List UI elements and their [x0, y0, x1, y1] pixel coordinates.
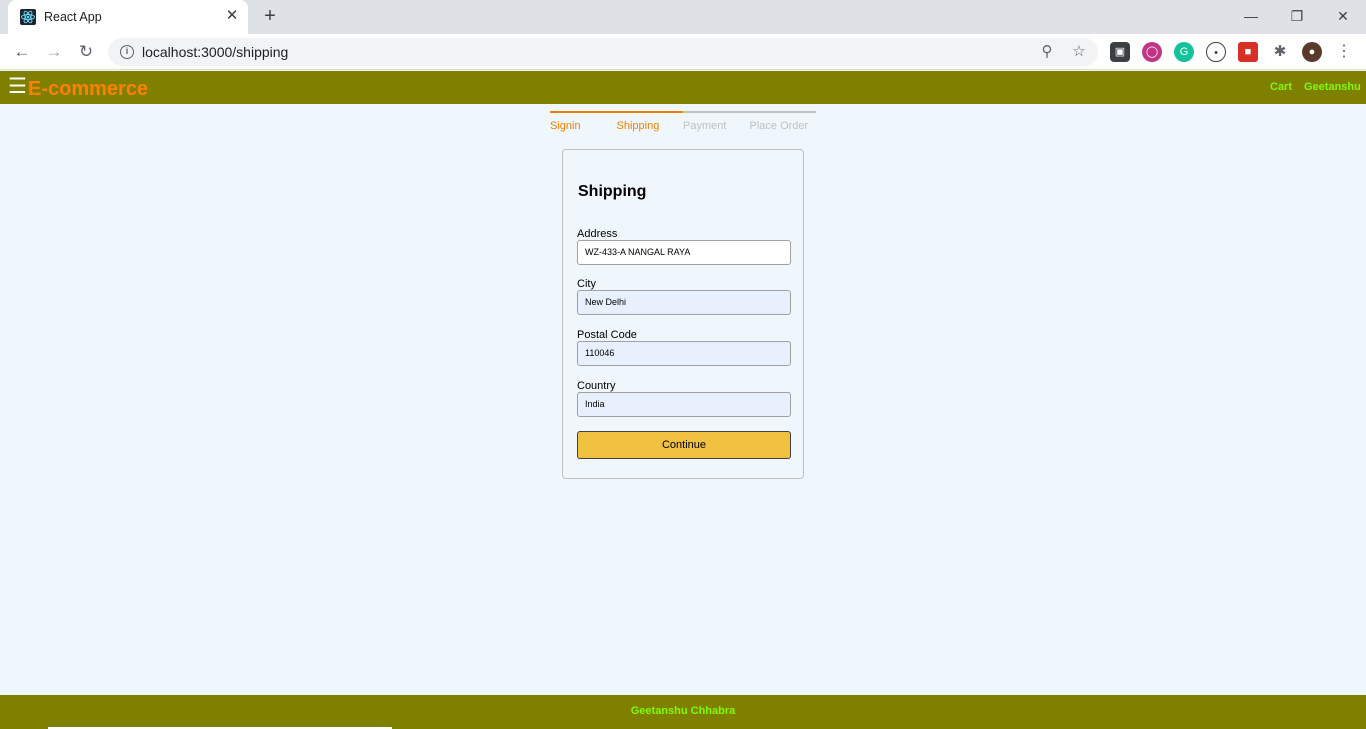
country-field[interactable]: India — [577, 392, 791, 417]
step-label: Place Order — [749, 120, 809, 132]
postal-code-field[interactable]: 110046 — [577, 341, 791, 366]
continue-button[interactable]: Continue — [577, 431, 791, 459]
tab-title: React App — [44, 10, 102, 24]
step-label: Shipping — [616, 120, 660, 132]
browser-tab-bar: React App ✕ + — ❐ ✕ — [0, 0, 1366, 34]
browser-menu-icon[interactable]: ⋮ — [1334, 42, 1354, 62]
url-text[interactable]: localhost:3000/shipping — [142, 44, 288, 60]
city-label: City — [577, 278, 596, 290]
country-label: Country — [577, 380, 616, 392]
app-footer: Geetanshu Chhabra — [0, 695, 1366, 729]
address-bar[interactable]: i localhost:3000/shipping ⚲ ☆ — [108, 38, 1098, 66]
site-info-icon[interactable]: i — [120, 45, 134, 59]
user-menu-link[interactable]: Geetanshu — [1304, 81, 1361, 93]
footer-text: Geetanshu Chhabra — [630, 705, 736, 717]
tab-close-icon[interactable]: ✕ — [224, 8, 240, 24]
extensions-puzzle-icon[interactable]: ✱ — [1270, 42, 1290, 62]
profile-avatar-icon[interactable]: ● — [1302, 42, 1322, 62]
checkout-steps: Signin Shipping Payment Place Order — [550, 111, 816, 135]
zoom-icon[interactable]: ⚲ — [1038, 43, 1056, 61]
restore-icon[interactable]: ❐ — [1277, 4, 1317, 28]
extension-instagram-icon[interactable]: ◯ — [1142, 42, 1162, 62]
bookmark-star-icon[interactable]: ☆ — [1070, 43, 1088, 61]
grammarly-icon[interactable]: G — [1174, 42, 1194, 62]
app-navbar: ☰ E-commerce Cart Geetanshu — [0, 71, 1366, 104]
step-signin: Signin — [550, 111, 617, 135]
forward-arrow-icon[interactable]: → — [42, 40, 66, 64]
brand-logo[interactable]: E-commerce — [28, 78, 148, 101]
address-field[interactable]: WZ-433-A NANGAL RAYA — [577, 240, 791, 265]
step-label: Payment — [683, 120, 727, 132]
postal-code-label: Postal Code — [577, 329, 637, 341]
form-title: Shipping — [578, 183, 647, 200]
shipping-form: Shipping Address WZ-433-A NANGAL RAYA Ci… — [562, 149, 804, 479]
step-label: Signin — [550, 120, 581, 132]
step-payment: Payment — [683, 111, 750, 135]
react-logo-icon — [20, 9, 36, 25]
extension-code-icon[interactable]: • — [1206, 42, 1226, 62]
browser-tab[interactable]: React App ✕ — [8, 0, 248, 34]
browser-toolbar: ← → ↻ i localhost:3000/shipping ⚲ ☆ ▣ ◯ … — [0, 34, 1366, 70]
hamburger-menu-icon[interactable]: ☰ — [8, 76, 27, 97]
extension-icon[interactable]: ▣ — [1110, 42, 1130, 62]
extension-red-icon[interactable]: ■ — [1238, 42, 1258, 62]
address-label: Address — [577, 228, 618, 240]
minimize-icon[interactable]: — — [1231, 4, 1271, 28]
city-field[interactable]: New Delhi — [577, 290, 791, 315]
step-place-order: Place Order — [749, 111, 816, 135]
window-close-icon[interactable]: ✕ — [1323, 4, 1363, 28]
step-shipping: Shipping — [616, 111, 683, 135]
back-arrow-icon[interactable]: ← — [10, 40, 34, 64]
reload-icon[interactable]: ↻ — [74, 40, 98, 64]
cart-link[interactable]: Cart — [1270, 81, 1292, 93]
new-tab-button[interactable]: + — [260, 6, 280, 26]
